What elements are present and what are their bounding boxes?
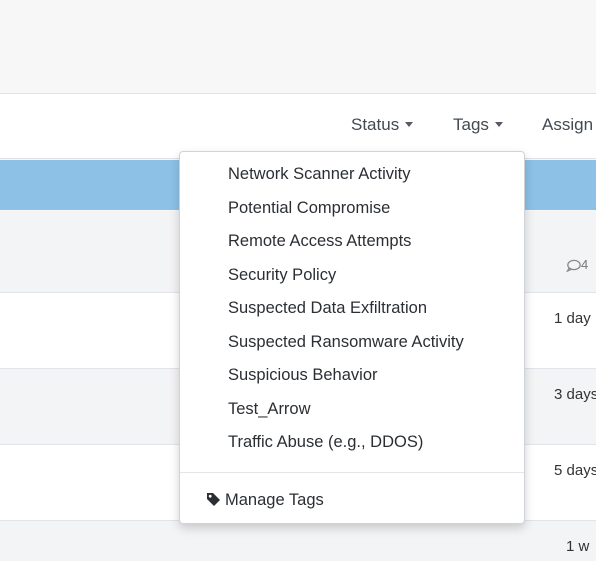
tags-dropdown-button[interactable]: Tags: [453, 115, 503, 135]
assign-dropdown-button[interactable]: Assign: [542, 115, 593, 135]
tag-item[interactable]: Remote Access Attempts: [228, 229, 411, 253]
row-age: 1 w: [566, 538, 590, 555]
tag-item[interactable]: Suspected Data Exfiltration: [228, 296, 427, 320]
tag-icon: [206, 490, 221, 514]
table-row[interactable]: 1 w: [0, 521, 596, 561]
comment-count: 4: [565, 257, 596, 277]
comment-count-value: 4: [581, 257, 589, 272]
filter-toolbar: Status Tags Assign: [0, 94, 596, 159]
chevron-down-icon: [405, 122, 414, 127]
tag-item[interactable]: Suspicious Behavior: [228, 363, 378, 387]
comment-icon: [565, 259, 581, 273]
row-age: 3 days: [554, 386, 596, 403]
row-age: 1 day: [554, 310, 591, 327]
tag-item[interactable]: Suspected Ransomware Activity: [228, 330, 464, 354]
assign-label: Assign: [542, 115, 594, 134]
manage-tags-label: Manage Tags: [225, 491, 324, 509]
status-label: Status: [351, 115, 400, 134]
tag-item[interactable]: Security Policy: [228, 263, 336, 287]
tag-item[interactable]: Network Scanner Activity: [228, 162, 410, 186]
tags-dropdown-menu: Network Scanner Activity Potential Compr…: [179, 151, 525, 524]
top-band: [0, 0, 596, 94]
row-age: 5 days: [554, 462, 596, 479]
tag-item[interactable]: Traffic Abuse (e.g., DDOS): [228, 430, 423, 454]
chevron-down-icon: [494, 122, 503, 127]
tag-item[interactable]: Potential Compromise: [228, 196, 390, 220]
status-dropdown-button[interactable]: Status: [351, 115, 414, 135]
manage-tags-link[interactable]: Manage Tags: [206, 488, 324, 512]
menu-divider: [180, 472, 524, 473]
tags-label: Tags: [453, 115, 489, 134]
tag-item[interactable]: Test_Arrow: [228, 397, 311, 421]
